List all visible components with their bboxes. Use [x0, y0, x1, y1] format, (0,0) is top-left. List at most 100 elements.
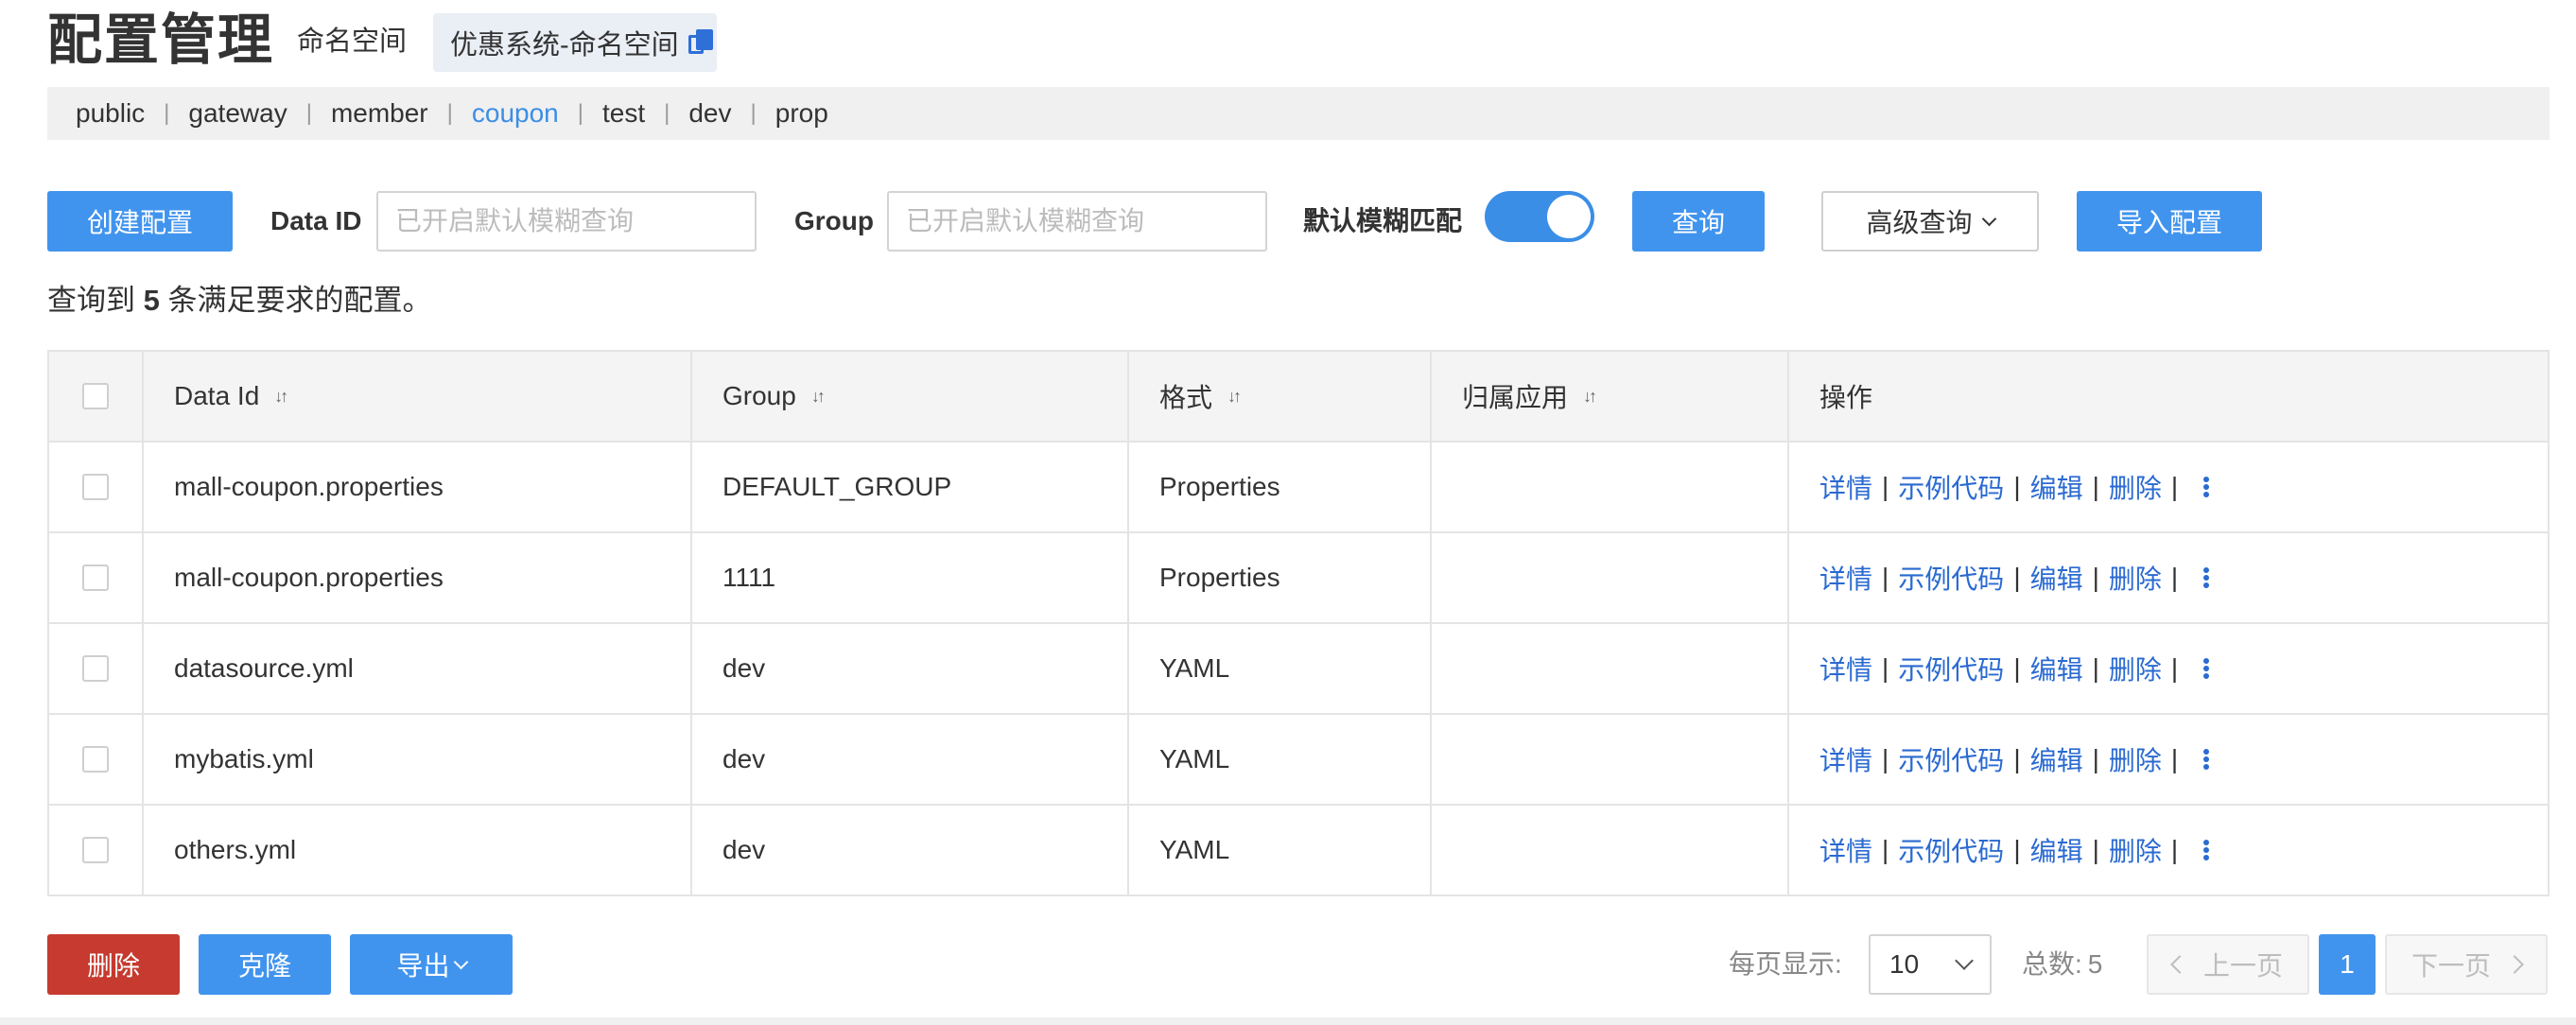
config-table: Data Id ↓↑ Group ↓↑ 格式 ↓↑ 归属应用 ↓↑ 操作 mall-co… [47, 350, 2550, 896]
sample-code-link[interactable]: 示例代码 [1898, 559, 2004, 597]
namespace-chip: 优惠系统-命名空间 [433, 13, 717, 72]
more-vertical-icon[interactable] [2202, 658, 2210, 679]
namespace-tab-test[interactable]: test [602, 98, 645, 129]
sample-code-link[interactable]: 示例代码 [1898, 468, 2004, 506]
sort-icon[interactable]: ↓↑ [1583, 387, 1597, 407]
edit-link[interactable]: 编辑 [2030, 650, 2083, 687]
cell-group: dev [692, 715, 1129, 804]
edit-link[interactable]: 编辑 [2030, 468, 2083, 506]
more-vertical-icon[interactable] [2202, 840, 2210, 860]
copy-icon[interactable] [688, 29, 713, 56]
import-config-button[interactable]: 导入配置 [2077, 191, 2262, 252]
current-page-button[interactable]: 1 [2319, 934, 2376, 995]
delete-link[interactable]: 删除 [2109, 468, 2162, 506]
action-separator: | [2170, 653, 2179, 683]
create-config-button[interactable]: 创建配置 [47, 191, 233, 252]
prev-page-label: 上一页 [2202, 951, 2283, 981]
edit-link[interactable]: 编辑 [2030, 831, 2083, 869]
namespace-tab-prop[interactable]: prop [775, 98, 828, 129]
column-header-app[interactable]: 归属应用 ↓↑ [1432, 352, 1789, 441]
detail-link[interactable]: 详情 [1819, 740, 1872, 778]
column-header-group[interactable]: Group ↓↑ [692, 352, 1129, 441]
action-separator: | [2170, 563, 2179, 592]
row-checkbox[interactable] [82, 837, 109, 863]
next-page-button[interactable]: 下一页 [2385, 934, 2548, 995]
more-vertical-icon[interactable] [2202, 749, 2210, 770]
row-checkbox[interactable] [82, 474, 109, 500]
delete-link[interactable]: 删除 [2109, 740, 2162, 778]
column-header-format[interactable]: 格式 ↓↑ [1129, 352, 1432, 441]
sort-icon[interactable]: ↓↑ [274, 387, 288, 407]
namespace-tab-gateway[interactable]: gateway [188, 98, 287, 129]
more-vertical-icon[interactable] [2202, 477, 2210, 497]
sort-icon[interactable]: ↓↑ [811, 387, 826, 407]
namespace-value: 优惠系统-命名空间 [450, 30, 679, 61]
action-separator: | [2170, 835, 2179, 864]
sample-code-link[interactable]: 示例代码 [1898, 831, 2004, 869]
select-all-checkbox[interactable] [82, 383, 109, 409]
fuzzy-match-toggle[interactable] [1485, 191, 1594, 242]
total-value: 5 [2087, 949, 2103, 979]
delete-link[interactable]: 删除 [2109, 831, 2162, 869]
prev-page-button[interactable]: 上一页 [2147, 934, 2309, 995]
namespace-tab-member[interactable]: member [331, 98, 428, 129]
action-separator: | [2092, 835, 2099, 864]
batch-delete-button[interactable]: 删除 [47, 934, 180, 995]
edit-link[interactable]: 编辑 [2030, 740, 2083, 778]
namespace-tab-public[interactable]: public [76, 98, 145, 129]
column-header-dataid[interactable]: Data Id ↓↑ [144, 352, 692, 441]
namespace-tab-dev[interactable]: dev [688, 98, 731, 129]
detail-link[interactable]: 详情 [1819, 468, 1872, 506]
cell-format: YAML [1129, 806, 1432, 895]
cell-format: Properties [1129, 533, 1432, 622]
result-prefix: 查询到 [47, 284, 135, 317]
detail-link[interactable]: 详情 [1819, 650, 1872, 687]
dataid-label: Data ID [270, 206, 362, 235]
next-page-label: 下一页 [2411, 951, 2491, 981]
result-summary: 查询到 5 条满足要求的配置。 [47, 282, 432, 320]
namespace-tab-coupon[interactable]: coupon [472, 98, 559, 129]
query-button[interactable]: 查询 [1632, 191, 1765, 252]
action-separator: | [2013, 835, 2021, 864]
group-input[interactable] [887, 191, 1267, 252]
delete-link[interactable]: 删除 [2109, 650, 2162, 687]
sample-code-link[interactable]: 示例代码 [1898, 740, 2004, 778]
sample-code-link[interactable]: 示例代码 [1898, 650, 2004, 687]
result-suffix: 条满足要求的配置。 [167, 284, 432, 317]
dataid-input[interactable] [376, 191, 757, 252]
sort-icon[interactable]: ↓↑ [1227, 387, 1242, 407]
advanced-query-button[interactable]: 高级查询 [1821, 191, 2039, 252]
row-checkbox-cell [49, 715, 144, 804]
chevron-down-icon [453, 954, 468, 969]
action-separator: | [1882, 472, 1889, 501]
edit-link[interactable]: 编辑 [2030, 559, 2083, 597]
export-button[interactable]: 导出 [350, 934, 513, 995]
row-checkbox[interactable] [82, 746, 109, 773]
row-checkbox[interactable] [82, 565, 109, 591]
delete-link[interactable]: 删除 [2109, 559, 2162, 597]
cell-app [1432, 443, 1789, 531]
cell-actions: 详情 | 示例代码 | 编辑 | 删除 | [1789, 715, 2548, 804]
detail-link[interactable]: 详情 [1819, 831, 1872, 869]
total-label: 总数: [2022, 949, 2082, 979]
export-label: 导出 [396, 951, 450, 981]
more-vertical-icon[interactable] [2202, 567, 2210, 588]
chevron-right-icon [2505, 955, 2524, 974]
cell-format: Properties [1129, 443, 1432, 531]
detail-link[interactable]: 详情 [1819, 559, 1872, 597]
cell-dataid: datasource.yml [144, 624, 692, 713]
fuzzy-match-label: 默认模糊匹配 [1303, 206, 1463, 235]
page-size-select[interactable]: 10 [1869, 934, 1992, 995]
row-checkbox[interactable] [82, 655, 109, 682]
result-count: 5 [143, 284, 160, 317]
cell-app [1432, 715, 1789, 804]
action-separator: | [1882, 563, 1889, 592]
column-label: 归属应用 [1462, 383, 1569, 412]
table-header-row: Data Id ↓↑ Group ↓↑ 格式 ↓↑ 归属应用 ↓↑ 操作 [49, 352, 2548, 443]
action-separator: | [2170, 472, 2179, 501]
column-label: 操作 [1819, 383, 1873, 412]
action-separator: | [2092, 744, 2099, 773]
cell-app [1432, 533, 1789, 622]
cell-dataid: mybatis.yml [144, 715, 692, 804]
clone-button[interactable]: 克隆 [199, 934, 331, 995]
